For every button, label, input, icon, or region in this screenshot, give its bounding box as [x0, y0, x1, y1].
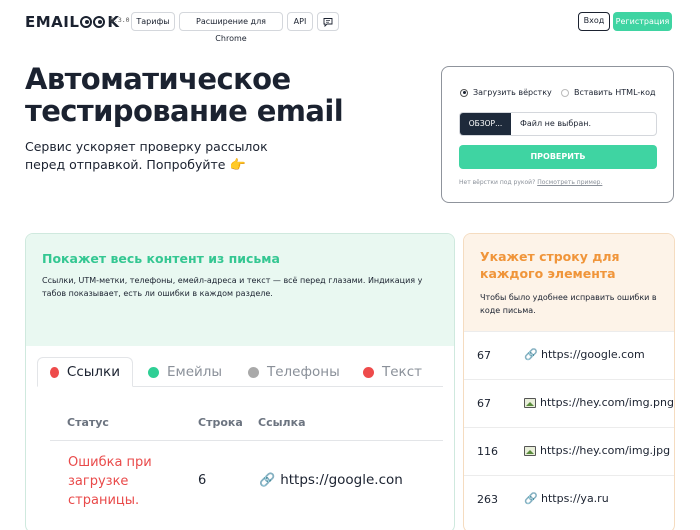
line-number: 263: [477, 493, 498, 506]
ok-dot-icon: [148, 366, 159, 378]
check-button[interactable]: ПРОВЕРИТЬ: [459, 145, 657, 169]
file-status: Файл не выбран.: [520, 119, 592, 128]
line-number: 67: [477, 349, 491, 362]
empty-dot-icon: [248, 366, 259, 378]
logo-prefix: EMAIL: [25, 13, 80, 31]
column-header-status: Статус: [67, 416, 109, 429]
element-url: https://ya.ru: [541, 492, 609, 505]
chat-icon: [323, 18, 333, 28]
feature-text-lines: Чтобы было удобнее исправить ошибки в ко…: [480, 293, 657, 315]
radio-paste-html[interactable]: Вставить HTML-код: [561, 88, 656, 97]
example-hint: Нет вёрстки под рукой? Посмотреть пример…: [459, 179, 602, 186]
error-dot-icon: [50, 366, 59, 378]
tab-emails[interactable]: Емейлы: [148, 357, 222, 387]
hero-subtitle: Сервис ускоряет проверку рассылок перед …: [25, 138, 285, 175]
feature-title-content: Покажет весь контент из письма: [42, 251, 280, 266]
tab-label: Текст: [382, 364, 422, 380]
tab-text[interactable]: Текст: [363, 357, 422, 387]
browse-button[interactable]: ОБЗОР...: [460, 113, 511, 135]
content-tabs: Ссылки Емейлы Телефоны Текст: [37, 357, 443, 387]
table-row-link[interactable]: 🔗 https://google.con: [259, 472, 403, 488]
logo[interactable]: EMAIL K: [25, 13, 120, 31]
nav-item-chrome-extension[interactable]: Расширение для Chrome: [179, 12, 283, 43]
radio-upload-label: Загрузить вёрстку: [473, 88, 552, 97]
line-number: 6: [198, 473, 207, 488]
column-header-line: Строка: [198, 416, 243, 429]
upload-panel: Загрузить вёрстку Вставить HTML-код ОБЗО…: [441, 66, 674, 203]
link-icon: 🔗: [259, 472, 276, 488]
register-button[interactable]: Регистрация: [613, 12, 672, 31]
list-item[interactable]: 116 https://hey.com/img.jpg: [464, 427, 674, 475]
radio-upload-layout[interactable]: Загрузить вёрстку: [460, 88, 552, 97]
link-url: https://google.con: [280, 472, 403, 488]
hero-title: Автоматическое тестирование email: [25, 62, 344, 128]
list-item[interactable]: 67 🔗 https://google.com: [464, 331, 674, 379]
tab-label: Ссылки: [66, 364, 120, 380]
tab-label: Телефоны: [267, 364, 340, 380]
version-label: 0.3.0: [110, 16, 130, 24]
tab-links[interactable]: Ссылки: [37, 357, 133, 387]
status-error: Ошибка при загрузке страницы.: [68, 455, 152, 508]
element-url: https://google.com: [541, 348, 645, 361]
element-url: https://hey.com/img.png: [540, 396, 674, 409]
link-icon: 🔗: [524, 492, 538, 505]
tab-label: Емейлы: [167, 364, 223, 380]
table-divider: [50, 440, 443, 441]
pointing-hand-icon: 👉: [229, 158, 246, 173]
error-dot-icon: [363, 366, 374, 378]
top-nav: EMAIL K 0.3.0 Тарифы Расширение для Chro…: [0, 0, 700, 44]
element-url: https://hey.com/img.jpg: [540, 444, 671, 457]
list-item[interactable]: 263 🔗 https://ya.ru: [464, 475, 674, 523]
chat-button[interactable]: [317, 12, 339, 31]
view-example-link[interactable]: Посмотреть пример.: [537, 179, 602, 186]
tab-phones[interactable]: Телефоны: [248, 357, 340, 387]
nav-item-api[interactable]: API: [287, 12, 313, 31]
login-button[interactable]: Вход: [578, 12, 610, 31]
link-icon: 🔗: [524, 348, 538, 361]
radio-paste-label: Вставить HTML-код: [574, 88, 656, 97]
hint-text: Нет вёрстки под рукой?: [459, 179, 536, 186]
line-number: 116: [477, 445, 498, 458]
radio-selected-icon: [460, 88, 468, 97]
radio-unselected-icon: [561, 88, 569, 97]
nav-item-pricing[interactable]: Тарифы: [131, 12, 175, 31]
file-input[interactable]: ОБЗОР... Файл не выбран.: [459, 112, 657, 136]
feature-text-content: Ссылки, UTM-метки, телефоны, емейл-адрес…: [42, 276, 423, 298]
feature-card-lines: Укажет строку для каждого элемента Чтобы…: [463, 233, 675, 530]
column-header-link: Ссылка: [258, 416, 306, 429]
logo-eyes-icon: [80, 16, 106, 28]
feature-title-lines: Укажет строку для каждого элемента: [480, 249, 620, 281]
image-icon: [524, 445, 536, 456]
line-number: 67: [477, 397, 491, 410]
image-icon: [524, 397, 536, 408]
list-item[interactable]: 67 https://hey.com/img.png: [464, 379, 674, 427]
